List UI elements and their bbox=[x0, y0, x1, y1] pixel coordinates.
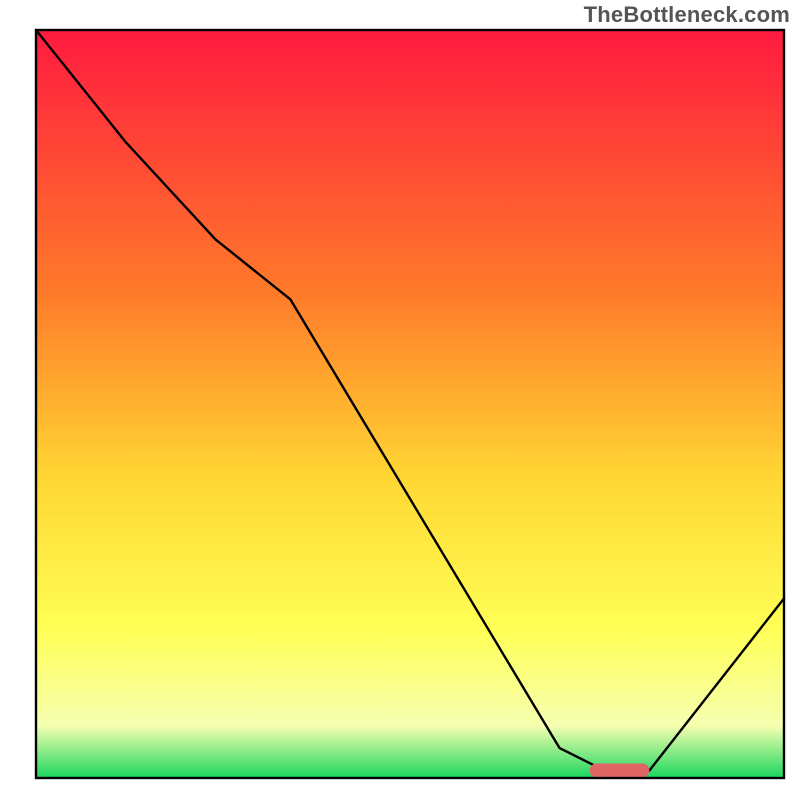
optimal-marker bbox=[590, 764, 650, 778]
chart-svg bbox=[0, 0, 800, 800]
chart-container: TheBottleneck.com bbox=[0, 0, 800, 800]
chart-background bbox=[36, 30, 784, 778]
